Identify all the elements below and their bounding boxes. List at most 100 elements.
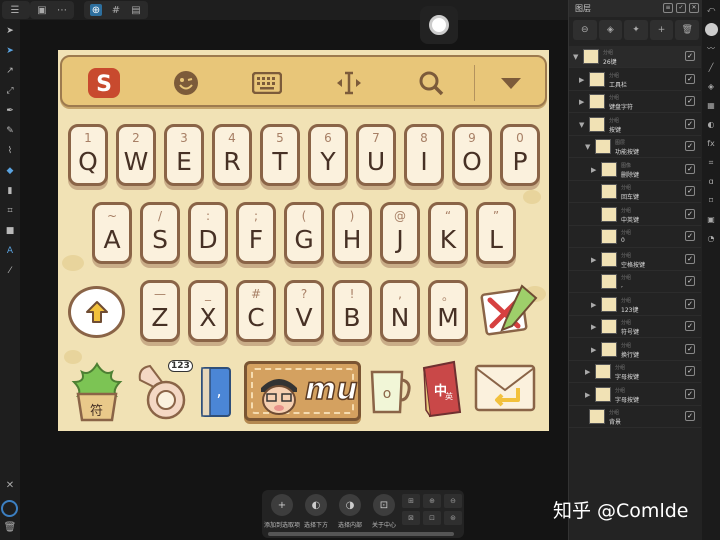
- cursor-move-icon[interactable]: [332, 67, 366, 99]
- layer-row[interactable]: 分组 背景 ✓: [569, 406, 701, 428]
- pen-style-icon[interactable]: ╱: [705, 62, 717, 74]
- panel-close-icon[interactable]: ✕: [689, 3, 699, 13]
- history-icon[interactable]: ⤺: [705, 4, 717, 16]
- expand-icon[interactable]: ▶: [591, 256, 596, 264]
- search-icon[interactable]: [416, 67, 446, 99]
- key-a[interactable]: ~ A: [92, 202, 132, 264]
- layer-row[interactable]: 分组 0 ✓: [569, 226, 701, 248]
- key-g[interactable]: (G: [284, 202, 324, 264]
- layer-row[interactable]: ▼ 图层 功能按键 ✓: [569, 136, 701, 158]
- layer-row[interactable]: ▶ 分组 字母按键 ✓: [569, 361, 701, 383]
- layer-row[interactable]: ▼ 分组 按键 ✓: [569, 114, 701, 136]
- key-r[interactable]: 4R: [212, 124, 252, 186]
- keyboard-icon[interactable]: [250, 67, 284, 99]
- point-transform-icon[interactable]: ⤢: [3, 84, 17, 98]
- visibility-checkbox[interactable]: ✓: [685, 118, 695, 129]
- transparency-icon[interactable]: ▮: [3, 184, 17, 198]
- text-icon[interactable]: A: [3, 244, 17, 258]
- symbol-key[interactable]: 符: [68, 356, 126, 424]
- visibility-checkbox[interactable]: ✓: [685, 186, 695, 196]
- navigator-icon[interactable]: ▣: [705, 214, 717, 226]
- pen-icon[interactable]: ✒: [3, 104, 17, 118]
- clock-icon[interactable]: ◔: [705, 233, 717, 245]
- pencil-icon[interactable]: ✎: [3, 124, 17, 138]
- expand-icon[interactable]: ▶: [591, 323, 596, 331]
- key-s[interactable]: / S: [140, 202, 180, 264]
- add-icon[interactable]: +: [649, 20, 674, 40]
- visibility-checkbox[interactable]: ✓: [685, 276, 695, 286]
- key-u[interactable]: 7U: [356, 124, 396, 186]
- shape-icon[interactable]: ■: [3, 224, 17, 238]
- visibility-checkbox[interactable]: ✓: [685, 298, 695, 309]
- key-e[interactable]: 3E: [164, 124, 204, 186]
- expand-icon[interactable]: ▶: [579, 76, 584, 84]
- fx-icon[interactable]: ✦: [624, 20, 648, 40]
- expand-icon[interactable]: ▶: [591, 346, 596, 354]
- layers-tab-icon[interactable]: ◈: [705, 81, 717, 93]
- enter-key[interactable]: [472, 360, 538, 416]
- effects-icon[interactable]: ▦: [705, 100, 717, 112]
- expand-icon[interactable]: ▶: [585, 391, 590, 399]
- visibility-checkbox[interactable]: ✓: [685, 366, 695, 376]
- align-option-icon[interactable]: ⊞: [402, 494, 420, 508]
- visibility-checkbox[interactable]: ✓: [685, 231, 695, 241]
- node-tool-icon[interactable]: ➤: [3, 44, 17, 58]
- expand-icon[interactable]: ▼: [579, 121, 584, 129]
- comma-key[interactable]: ,: [198, 366, 234, 418]
- help-icon[interactable]: [1, 500, 18, 517]
- expand-icon[interactable]: ▶: [591, 301, 596, 309]
- expand-icon[interactable]: ▼: [573, 53, 578, 61]
- align-option-icon[interactable]: ⊕: [423, 494, 441, 508]
- crop-icon[interactable]: ⌗: [3, 204, 17, 218]
- key-y[interactable]: 6Y: [308, 124, 348, 186]
- expand-icon[interactable]: ▶: [579, 98, 584, 106]
- mask-icon[interactable]: ⊖: [573, 20, 597, 40]
- layer-row[interactable]: ▶ 图像 删除键 ✓: [569, 159, 701, 181]
- layout-icon[interactable]: ▤: [130, 4, 142, 16]
- emoji-icon[interactable]: [170, 67, 202, 99]
- visibility-checkbox[interactable]: ✓: [685, 141, 695, 151]
- key-o[interactable]: 9O: [452, 124, 492, 186]
- shift-key[interactable]: [68, 286, 125, 338]
- visibility-checkbox[interactable]: ✓: [685, 388, 695, 399]
- align-option-icon[interactable]: ⊠: [402, 511, 420, 525]
- key-d[interactable]: :D: [188, 202, 228, 264]
- layer-row[interactable]: ▶ 分组 符号键 ✓: [569, 316, 701, 338]
- key-x[interactable]: _ X: [188, 280, 228, 342]
- delete-key[interactable]: [478, 282, 542, 340]
- layer-row[interactable]: 分组 中英键 ✓: [569, 204, 701, 226]
- brush-icon[interactable]: 〰: [705, 43, 717, 55]
- number-key[interactable]: 123: [134, 360, 193, 422]
- key-w[interactable]: 2W: [116, 124, 156, 186]
- key-k[interactable]: “K: [428, 202, 468, 264]
- panel-menu-icon[interactable]: ≡: [663, 3, 673, 13]
- styles-icon[interactable]: fx: [705, 138, 717, 150]
- corner-tool-icon[interactable]: ↗: [3, 64, 17, 78]
- key-b[interactable]: ! B: [332, 280, 372, 342]
- context-button[interactable]: ⊡ 关于中心: [366, 494, 402, 529]
- collapse-icon[interactable]: [496, 67, 526, 99]
- expand-icon[interactable]: ▶: [585, 368, 590, 376]
- trash-icon[interactable]: 🗑: [3, 522, 17, 536]
- record-button[interactable]: [420, 6, 458, 44]
- visibility-checkbox[interactable]: ✓: [685, 73, 695, 84]
- layer-row[interactable]: ▶ 分组 换行键 ✓: [569, 339, 701, 361]
- key-h[interactable]: ) H: [332, 202, 372, 264]
- context-button[interactable]: + 添加到选取项: [264, 494, 300, 529]
- layer-row[interactable]: 分组, ✓: [569, 271, 701, 293]
- document-icon[interactable]: ▣: [36, 4, 48, 16]
- layer-row[interactable]: ▶ 分组 键盘字符 ✓: [569, 91, 701, 113]
- key-i[interactable]: 8I: [404, 124, 444, 186]
- key-c[interactable]: # C: [236, 280, 276, 342]
- glyph-icon[interactable]: ⌑: [705, 195, 717, 207]
- text-style-icon[interactable]: ɑ: [705, 176, 717, 188]
- space-key[interactable]: mu: [244, 361, 361, 421]
- expand-icon[interactable]: ▶: [591, 166, 596, 174]
- delete-icon[interactable]: 🗑: [675, 20, 699, 40]
- vector-brush-icon[interactable]: ⌇: [3, 144, 17, 158]
- key-j[interactable]: @ J: [380, 202, 420, 264]
- align-option-icon[interactable]: ⊖: [444, 494, 462, 508]
- layer-row[interactable]: ▼ 分组 26键 ✓: [569, 46, 701, 68]
- layers-icon[interactable]: ◈: [598, 20, 623, 40]
- grid-icon[interactable]: #: [110, 4, 122, 16]
